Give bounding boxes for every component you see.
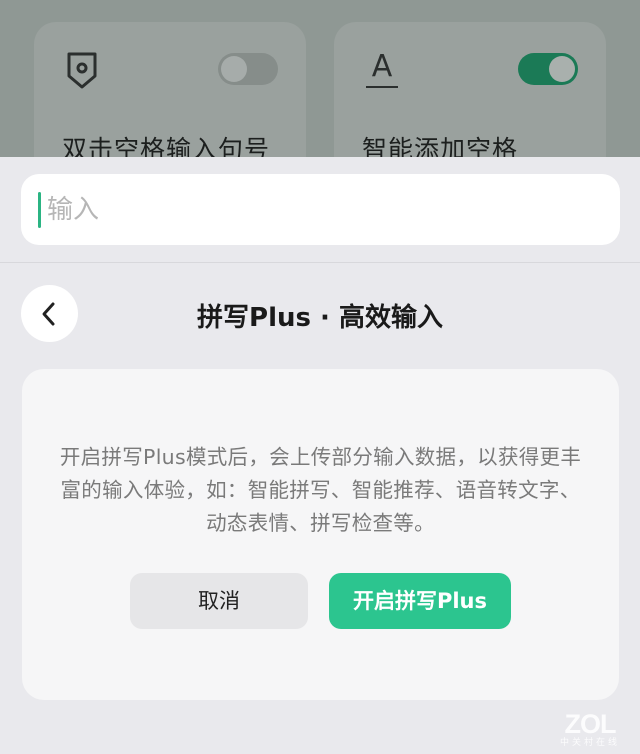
search-input[interactable] — [45, 184, 609, 236]
watermark-logo: ZOL — [564, 709, 617, 739]
cancel-button[interactable]: 取消 — [130, 573, 308, 629]
setting-label: 智能添加空格 — [362, 135, 519, 160]
page-title: 拼写Plus · 高效输入 — [197, 303, 443, 333]
plus-panel: 拼写Plus · 高效输入 开启拼写Plus模式后，会上传部分输入数据，以获得更… — [0, 157, 640, 754]
toggle-knob — [549, 56, 575, 82]
setting-card-smart-space: A 智能添加空格 — [334, 22, 606, 160]
toggle-knob — [221, 56, 247, 82]
watermark-subtitle: 中关村在线 — [559, 738, 620, 748]
setting-label: 双击空格输入句号 — [62, 135, 271, 160]
consent-dialog: 开启拼写Plus模式后，会上传部分输入数据，以获得更丰富的输入体验，如：智能拼写… — [22, 369, 619, 700]
search-box[interactable] — [21, 174, 620, 245]
location-tag-icon — [67, 52, 97, 89]
double-space-period-toggle[interactable] — [218, 53, 278, 85]
enable-plus-button[interactable]: 开启拼写Plus — [329, 573, 511, 629]
setting-card-double-space-period: 双击空格输入句号 — [34, 22, 306, 160]
text-cursor — [38, 192, 41, 228]
divider — [0, 262, 640, 263]
dialog-message: 开启拼写Plus模式后，会上传部分输入数据，以获得更丰富的输入体验，如：智能拼写… — [59, 445, 582, 535]
smart-space-toggle[interactable] — [518, 53, 578, 85]
text-a-icon: A — [362, 48, 402, 92]
zol-watermark: ZOL 中关村在线 — [552, 710, 628, 750]
background-settings: 双击空格输入句号 A 智能添加空格 — [0, 0, 640, 160]
